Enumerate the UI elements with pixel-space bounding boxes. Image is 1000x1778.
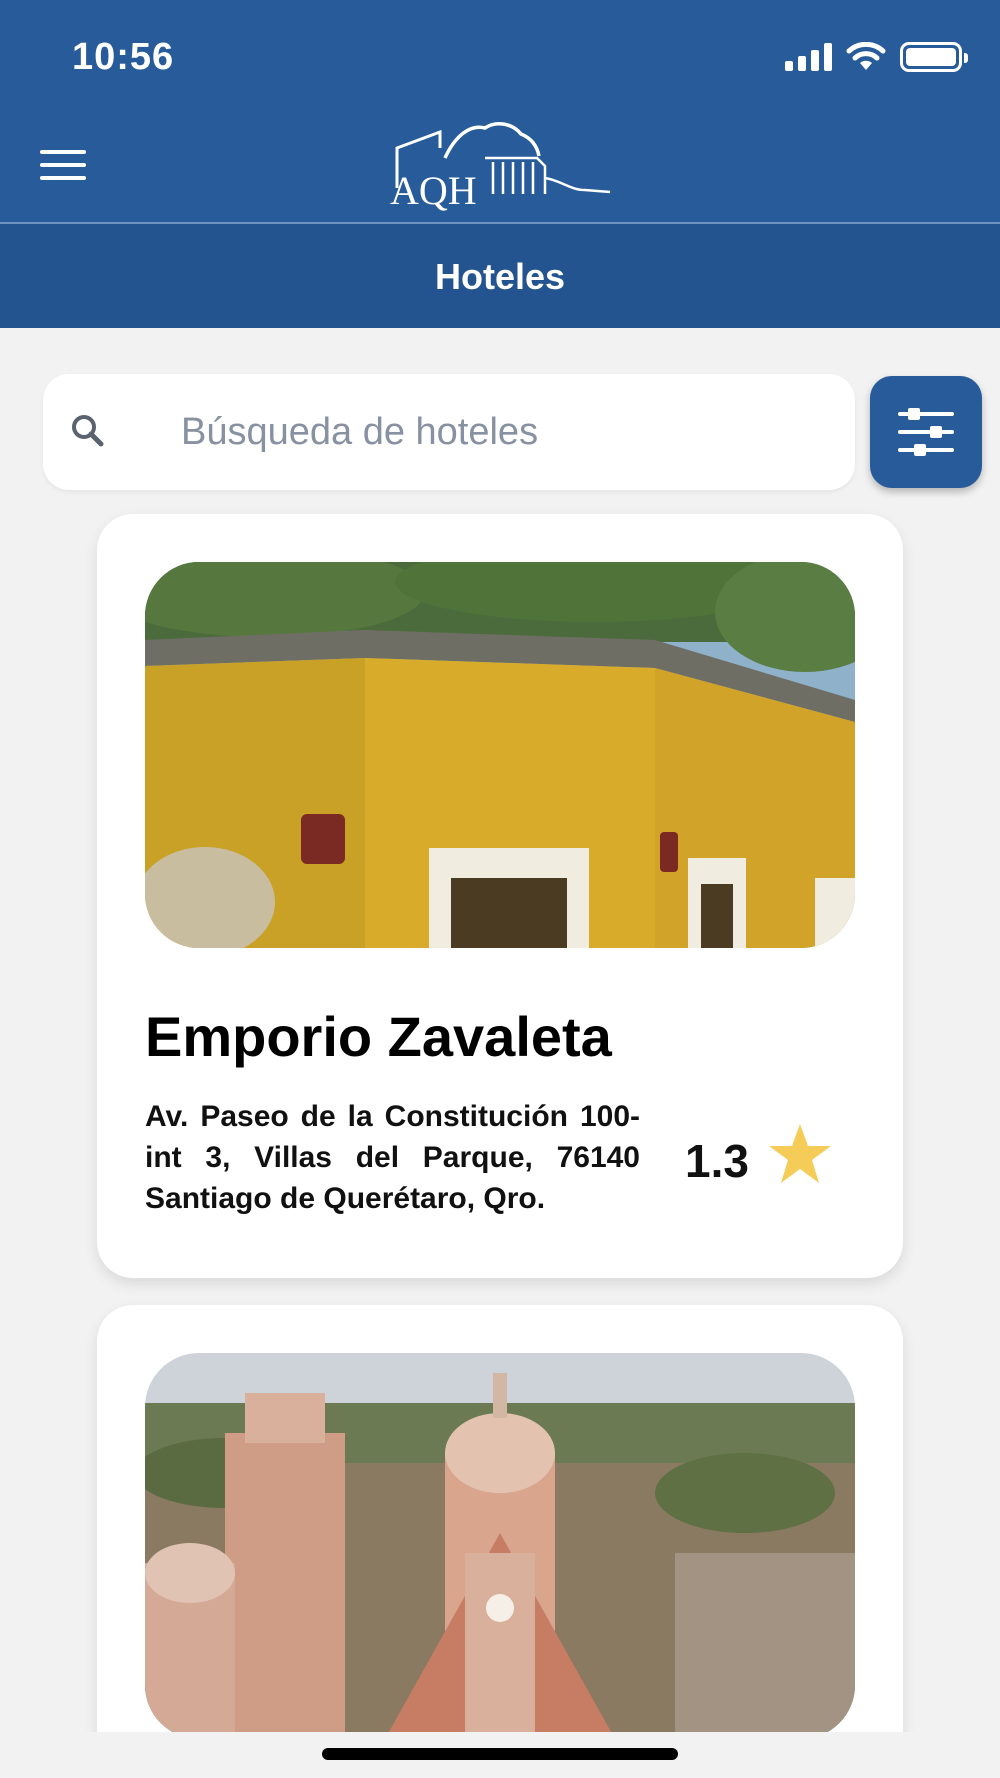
battery-icon bbox=[900, 42, 968, 72]
star-icon bbox=[769, 1124, 831, 1183]
page-title-bar: Hoteles bbox=[0, 224, 1000, 328]
hotel-card[interactable] bbox=[97, 1305, 903, 1778]
page-title: Hoteles bbox=[434, 256, 566, 297]
search-input[interactable] bbox=[181, 404, 821, 460]
hotel-address: Av. Paseo de la Constitución 100-int 3, … bbox=[145, 1100, 640, 1215]
status-icons bbox=[785, 42, 968, 72]
filter-button[interactable] bbox=[870, 376, 982, 488]
hotel-photo bbox=[145, 562, 855, 948]
logo-text: AQH bbox=[390, 168, 477, 213]
hotel-photo bbox=[145, 1353, 855, 1739]
hamburger-menu-button[interactable] bbox=[40, 150, 86, 184]
hotel-rating: 1.3 bbox=[685, 1135, 749, 1187]
home-indicator[interactable] bbox=[322, 1748, 678, 1760]
wifi-icon bbox=[846, 42, 886, 70]
status-time: 10:56 bbox=[72, 36, 175, 78]
aqh-logo: AQH bbox=[390, 122, 611, 213]
app-header: AQH bbox=[0, 110, 1000, 222]
cellular-signal-icon bbox=[785, 43, 832, 71]
hotel-card[interactable]: Emporio Zavaleta Av. Paseo de la Constit… bbox=[97, 514, 903, 1278]
status-bar: 10:56 bbox=[0, 0, 1000, 110]
sliders-filter-icon bbox=[898, 408, 954, 456]
search-box[interactable] bbox=[43, 374, 855, 490]
search-icon bbox=[72, 415, 104, 447]
hotel-name: Emporio Zavaleta bbox=[145, 1005, 612, 1068]
